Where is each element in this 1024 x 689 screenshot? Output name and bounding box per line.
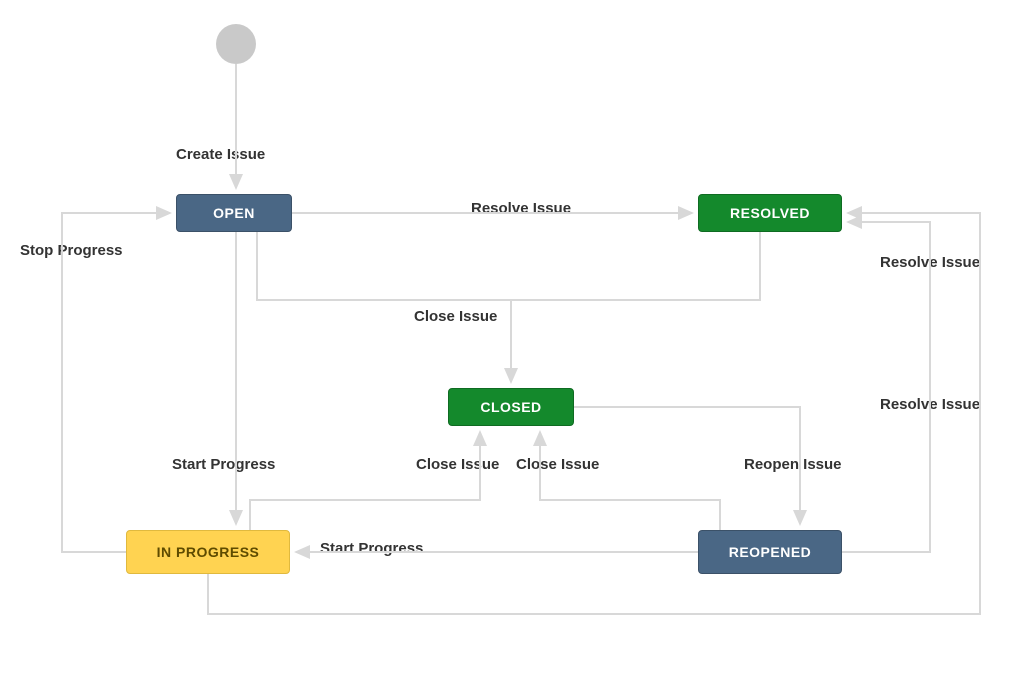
state-reopened: REOPENED	[698, 530, 842, 574]
edge-open-resolved-to-close-branch	[257, 232, 760, 300]
label-start-progress-open: Start Progress	[172, 456, 275, 473]
label-resolve-issue-inprog: Resolve Issue	[880, 254, 980, 271]
label-start-progress-reop: Start Progress	[320, 540, 423, 557]
start-node	[216, 24, 256, 64]
label-resolve-issue-reop: Resolve Issue	[880, 396, 980, 413]
label-close-issue-inprog: Close Issue	[416, 456, 499, 473]
edge-inprogress-to-closed	[250, 432, 480, 530]
edge-inprogress-to-open	[62, 213, 170, 552]
state-open: OPEN	[176, 194, 292, 232]
label-stop-progress: Stop Progress	[20, 242, 123, 259]
state-resolved: RESOLVED	[698, 194, 842, 232]
label-reopen-issue: Reopen Issue	[744, 456, 842, 473]
state-in-progress: IN PROGRESS	[126, 530, 290, 574]
workflow-diagram: OPEN RESOLVED CLOSED IN PROGRESS REOPENE…	[0, 0, 1024, 689]
label-close-issue-resolved: Close Issue	[516, 456, 599, 473]
label-close-issue-open: Close Issue	[414, 308, 497, 325]
edges-layer	[0, 0, 1024, 689]
edge-reopened-to-closed	[540, 432, 720, 530]
label-resolve-issue-open: Resolve Issue	[471, 200, 571, 217]
state-closed: CLOSED	[448, 388, 574, 426]
edge-reopened-to-resolved	[842, 222, 930, 552]
label-create-issue: Create Issue	[176, 146, 265, 163]
